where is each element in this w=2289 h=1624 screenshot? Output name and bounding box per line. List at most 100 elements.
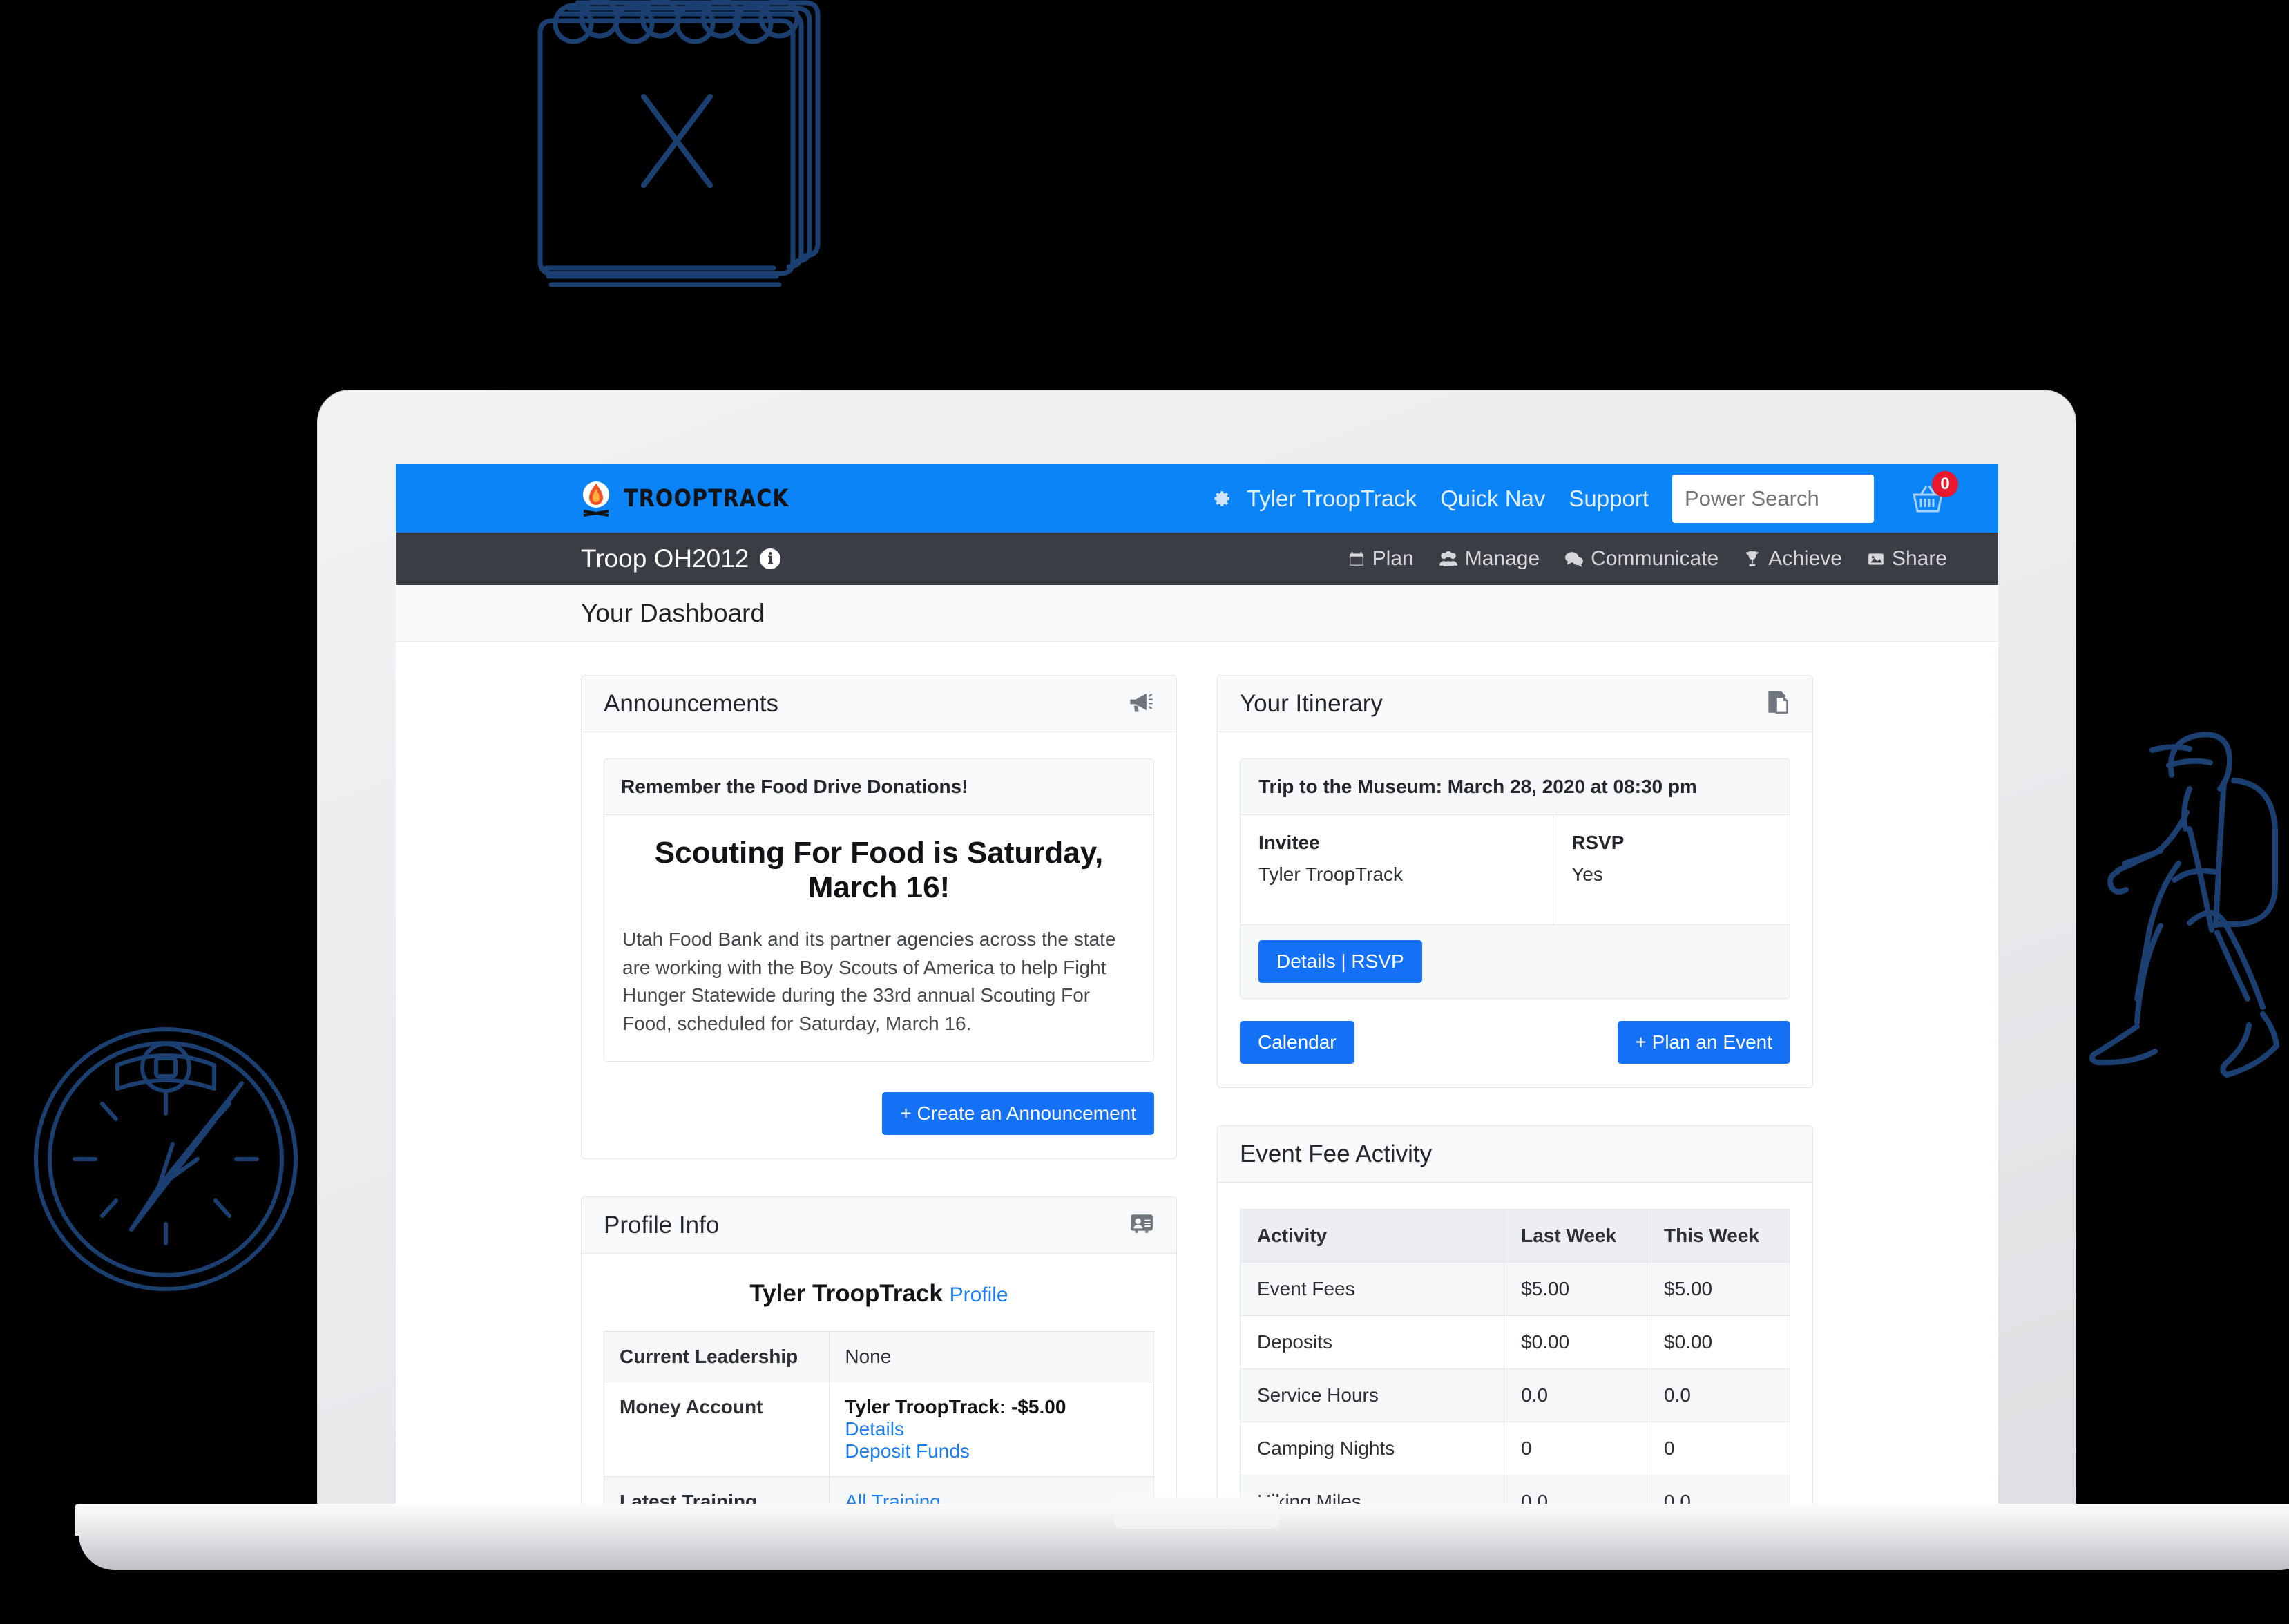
contact-card-icon bbox=[1129, 1213, 1154, 1237]
profile-member-name-text: Tyler TroopTrack bbox=[749, 1280, 943, 1308]
nav-item-plan-label: Plan bbox=[1372, 547, 1414, 570]
page-header: Your Dashboard bbox=[396, 585, 1998, 642]
fee-this-week: 0.0 bbox=[1647, 1475, 1790, 1508]
quick-nav-menu[interactable]: Quick Nav bbox=[1440, 486, 1545, 512]
event-fee-activity-card: Event Fee Activity Activity Last Week Th… bbox=[1217, 1125, 1813, 1508]
fee-activity: Service Hours bbox=[1239, 1368, 1505, 1422]
search-box[interactable] bbox=[1672, 474, 1874, 523]
announcements-card: Announcements Remember the Food Drive Do… bbox=[581, 675, 1177, 1160]
profile-info-card: Profile Info Tyler TroopTrack Profile Cu… bbox=[581, 1196, 1177, 1508]
secondary-navbar: Troop OH2012 i Plan Manage Communicate A… bbox=[396, 533, 1998, 585]
laptop-base bbox=[75, 1497, 2289, 1570]
nav-item-communicate[interactable]: Communicate bbox=[1564, 547, 1718, 571]
plan-event-button[interactable]: + Plan an Event bbox=[1617, 1021, 1790, 1064]
search-input[interactable] bbox=[1685, 486, 1861, 511]
invitee-label: Invitee bbox=[1258, 832, 1320, 853]
itinerary-card: Your Itinerary Trip to the Museum: March… bbox=[1217, 675, 1813, 1088]
support-link[interactable]: Support bbox=[1569, 486, 1649, 512]
profile-info-card-body: Tyler TroopTrack Profile Current Leaders… bbox=[582, 1254, 1176, 1508]
fee-this-week: $0.00 bbox=[1647, 1315, 1790, 1369]
invitee-value: Tyler TroopTrack bbox=[1258, 863, 1404, 885]
announcement-content: Scouting For Food is Saturday, March 16!… bbox=[604, 815, 1153, 1061]
itinerary-event-grid: Invitee Tyler TroopTrack RSVP Yes bbox=[1241, 815, 1790, 924]
comments-icon bbox=[1565, 552, 1584, 567]
notebook-sketch-icon bbox=[525, 0, 856, 318]
event-fee-card-title: Event Fee Activity bbox=[1240, 1140, 1433, 1167]
itinerary-card-header: Your Itinerary bbox=[1218, 676, 1812, 732]
table-header-row: Activity Last Week This Week bbox=[1239, 1209, 1790, 1263]
col-activity: Activity bbox=[1239, 1209, 1505, 1263]
nav-item-achieve-label: Achieve bbox=[1768, 547, 1842, 570]
itinerary-card-body: Trip to the Museum: March 28, 2020 at 08… bbox=[1218, 732, 1812, 1087]
profile-row-key: Money Account bbox=[603, 1382, 830, 1478]
browser-screen: TROOPTRACK Tyler TroopTrack Quick Nav Su… bbox=[396, 464, 1998, 1508]
rsvp-label: RSVP bbox=[1571, 832, 1625, 853]
nav-item-manage[interactable]: Manage bbox=[1439, 547, 1540, 571]
itinerary-event: Trip to the Museum: March 28, 2020 at 08… bbox=[1240, 758, 1790, 999]
user-menu[interactable]: Tyler TroopTrack bbox=[1247, 486, 1417, 512]
announcement-item[interactable]: Remember the Food Drive Donations! Scout… bbox=[604, 758, 1154, 1062]
itinerary-event-footer: Details | RSVP bbox=[1241, 924, 1790, 998]
nav-item-share[interactable]: Share bbox=[1867, 547, 1947, 571]
col-this-week: This Week bbox=[1647, 1209, 1790, 1263]
announcements-card-title: Announcements bbox=[604, 689, 778, 717]
calendar-button[interactable]: Calendar bbox=[1240, 1021, 1354, 1064]
fee-this-week: $5.00 bbox=[1647, 1262, 1790, 1316]
table-row: Current Leadership None bbox=[603, 1331, 1154, 1383]
right-column: Your Itinerary Trip to the Museum: March… bbox=[1217, 675, 1813, 1508]
event-fee-table: Activity Last Week This Week Event Fees … bbox=[1239, 1209, 1790, 1508]
deposit-funds-link[interactable]: Deposit Funds bbox=[845, 1440, 970, 1462]
profile-info-card-title: Profile Info bbox=[604, 1211, 720, 1239]
cart-button[interactable]: 0 bbox=[1908, 470, 1958, 518]
table-row: Event Fees $5.00 $5.00 bbox=[1239, 1262, 1790, 1316]
itinerary-invitee-cell: Invitee Tyler TroopTrack bbox=[1241, 815, 1554, 924]
dashboard-content: Announcements Remember the Food Drive Do… bbox=[396, 642, 1998, 1508]
announcements-card-body: Remember the Food Drive Donations! Scout… bbox=[582, 732, 1176, 1158]
announcement-body: Utah Food Bank and its partner agencies … bbox=[622, 928, 1116, 1034]
fee-activity: Event Fees bbox=[1239, 1262, 1505, 1316]
gear-icon[interactable] bbox=[1211, 488, 1232, 509]
itinerary-actions: Calendar + Plan an Event bbox=[1240, 1021, 1790, 1064]
troop-title: Troop OH2012 i bbox=[581, 544, 781, 573]
campfire-flame-logo bbox=[581, 481, 611, 517]
create-announcement-button[interactable]: + Create an Announcement bbox=[882, 1092, 1154, 1136]
table-row: Deposits $0.00 $0.00 bbox=[1239, 1315, 1790, 1369]
fee-last-week: 0.0 bbox=[1504, 1475, 1648, 1508]
laptop-lip bbox=[79, 1533, 2289, 1570]
announcement-subject: Remember the Food Drive Donations! bbox=[604, 759, 1153, 815]
itinerary-card-title: Your Itinerary bbox=[1240, 689, 1383, 717]
announcement-headline: Scouting For Food is Saturday, March 16! bbox=[654, 836, 1104, 904]
money-account-balance: Tyler TroopTrack: -$5.00 bbox=[845, 1396, 1066, 1418]
info-circle-icon[interactable]: i bbox=[760, 548, 781, 569]
fee-activity: Deposits bbox=[1239, 1315, 1505, 1369]
top-navbar: TROOPTRACK Tyler TroopTrack Quick Nav Su… bbox=[396, 464, 1998, 533]
page-root: TROOPTRACK Tyler TroopTrack Quick Nav Su… bbox=[0, 0, 2289, 1624]
left-column: Announcements Remember the Food Drive Do… bbox=[581, 675, 1177, 1508]
rsvp-value: Yes bbox=[1571, 863, 1603, 885]
laptop-notch bbox=[1114, 1497, 1280, 1529]
details-rsvp-button[interactable]: Details | RSVP bbox=[1258, 940, 1422, 983]
brand-logo[interactable]: TROOPTRACK bbox=[581, 481, 816, 517]
money-details-link[interactable]: Details bbox=[845, 1418, 904, 1440]
page-title: Your Dashboard bbox=[581, 598, 765, 627]
laptop-mockup: TROOPTRACK Tyler TroopTrack Quick Nav Su… bbox=[75, 390, 2289, 1570]
itinerary-event-title: Trip to the Museum: March 28, 2020 at 08… bbox=[1241, 759, 1790, 815]
announcements-actions: + Create an Announcement bbox=[604, 1092, 1154, 1136]
profile-row-key: Current Leadership bbox=[603, 1331, 830, 1383]
nav-item-plan[interactable]: Plan bbox=[1348, 547, 1414, 571]
top-navbar-right: Tyler TroopTrack Quick Nav Support 0 bbox=[1211, 470, 1958, 523]
hiker-sketch-icon bbox=[2086, 725, 2289, 1140]
fee-this-week: 0.0 bbox=[1647, 1368, 1790, 1422]
nav-item-achieve[interactable]: Achieve bbox=[1743, 547, 1842, 571]
troop-title-text: Troop OH2012 bbox=[581, 544, 749, 573]
table-row: Money Account Tyler TroopTrack: -$5.00 D… bbox=[603, 1382, 1154, 1478]
profile-link[interactable]: Profile bbox=[950, 1283, 1008, 1306]
profile-row-value: Tyler TroopTrack: -$5.00 Details Deposit… bbox=[829, 1382, 1154, 1478]
cart-badge: 0 bbox=[1932, 470, 1958, 497]
fee-last-week: $5.00 bbox=[1504, 1262, 1648, 1316]
trophy-icon bbox=[1746, 551, 1759, 566]
profile-member-name: Tyler TroopTrack Profile bbox=[604, 1280, 1154, 1308]
fee-last-week: 0.0 bbox=[1504, 1368, 1648, 1422]
col-last-week: Last Week bbox=[1504, 1209, 1648, 1263]
table-row: Camping Nights 0 0 bbox=[1239, 1422, 1790, 1475]
